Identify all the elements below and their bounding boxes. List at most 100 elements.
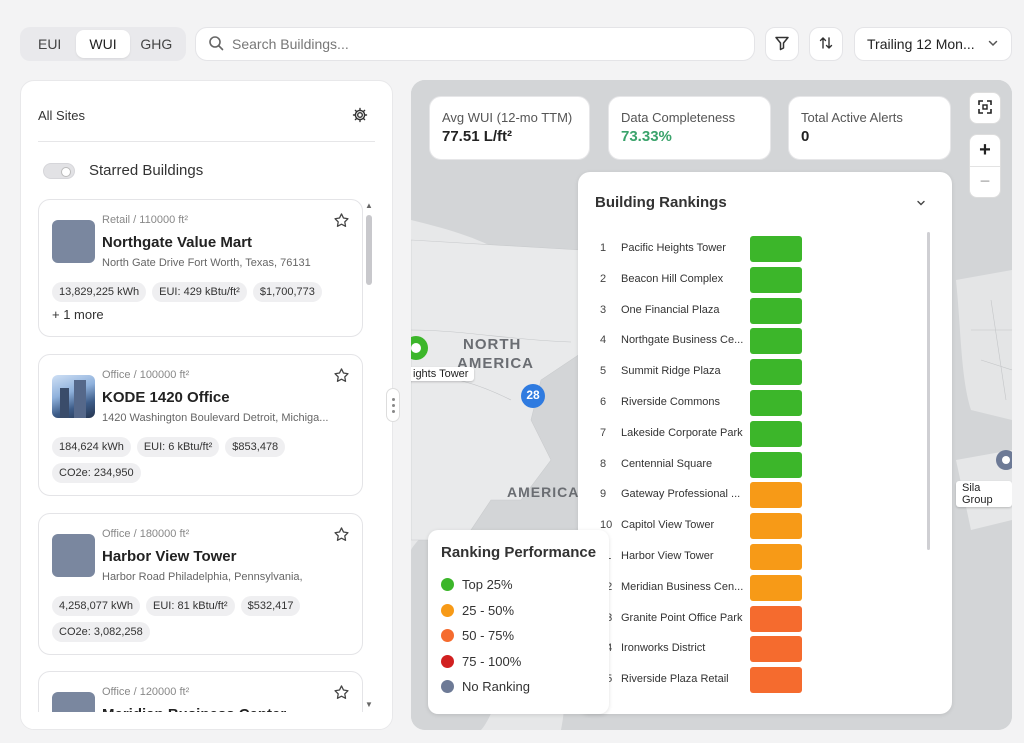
ranking-building-name: Northgate Business Ce... (621, 334, 744, 347)
building-card[interactable]: Retail / 110000 ft² Northgate Value Mart… (38, 199, 363, 337)
ranking-row[interactable]: 14Ironworks District (578, 635, 928, 663)
pin-label: ights Tower (411, 367, 475, 381)
map-label-north: NORTH (463, 336, 522, 353)
ranking-building-name: Capitol View Tower (621, 519, 715, 532)
starred-label: Starred Buildings (89, 162, 204, 179)
divider (38, 141, 375, 142)
ranking-number: 6 (600, 396, 607, 408)
ranking-building-name: Meridian Business Cen... (621, 580, 744, 593)
period-select[interactable]: Trailing 12 Mon... (854, 27, 1012, 61)
legend-item: 25 - 50% (441, 603, 514, 618)
building-card[interactable]: Office / 180000 ft² Harbor View Tower Ha… (38, 513, 363, 655)
building-type: Retail / 110000 ft² (102, 214, 189, 226)
tab-ghg[interactable]: GHG (130, 30, 183, 58)
star-icon[interactable] (333, 367, 350, 387)
ranking-bar (750, 390, 802, 416)
legend-swatch (441, 629, 454, 642)
fullscreen-button[interactable] (969, 92, 1001, 124)
ranking-row[interactable]: 11Harbor View Tower (578, 543, 928, 571)
cost-chip: $853,478 (225, 437, 286, 457)
gear-icon[interactable] (352, 107, 368, 126)
search-icon (208, 35, 224, 54)
building-rankings-panel: Building Rankings 1 Pacific Heights Tower… (578, 172, 952, 714)
kpi-value: 73.33% (621, 128, 672, 145)
co2e-chip: CO2e: 234,950 (52, 463, 141, 483)
filter-button[interactable] (765, 27, 799, 61)
building-address: North Gate Drive Fort Worth, Texas, 7613… (102, 257, 311, 269)
legend-label: 25 - 50% (462, 602, 515, 618)
co2e-chip: CO2e: 3,082,258 (52, 622, 150, 642)
energy-chip: 4,258,077 kWh (52, 596, 140, 616)
building-name: Northgate Value Mart (102, 234, 253, 251)
ranking-row[interactable]: 7 Lakeside Corporate Park (578, 420, 928, 448)
star-icon[interactable] (333, 212, 350, 232)
star-icon[interactable] (333, 684, 350, 704)
ranking-number: 9 (600, 488, 607, 501)
metric-segmented-control: EUI WUI GHG (20, 27, 186, 61)
zoom-controls: + − (969, 134, 1001, 198)
ranking-row[interactable]: 6 Riverside Commons (578, 389, 928, 417)
ranking-bar (750, 266, 802, 293)
zoom-out-button[interactable]: − (970, 165, 1000, 197)
ranking-number: 10 (600, 519, 613, 532)
legend-item: 75 - 100% (441, 654, 521, 669)
search-placeholder: Search Buildings... (232, 36, 349, 52)
ranking-bar (750, 544, 802, 570)
ranking-row[interactable]: 8 Centennial Square (578, 451, 928, 479)
panel-footer-mask (21, 712, 392, 729)
scroll-up-arrow[interactable]: ▲ (365, 201, 373, 210)
map-view[interactable]: NORTH AMERICA AMERICA 28 ights Tower Sil… (411, 80, 1012, 730)
ranking-bar (750, 328, 802, 355)
ranking-bar (750, 359, 802, 386)
building-thumbnail (52, 534, 95, 577)
sort-button[interactable] (809, 27, 843, 61)
metric-chips: 184,624 kWh EUI: 6 kBtu/ft² $853,478 CO2… (52, 437, 352, 483)
energy-chip: 184,624 kWh (52, 437, 131, 457)
ranking-row[interactable]: 3 One Financial Plaza (578, 297, 928, 325)
ranking-row[interactable]: 13Granite Point Office Park (578, 605, 928, 633)
building-card[interactable]: Office / 100000 ft² KODE 1420 Office 142… (38, 354, 363, 496)
ranking-number: 7 (600, 426, 607, 439)
cluster-count[interactable]: 28 (524, 388, 542, 402)
legend-swatch (441, 654, 454, 668)
ranking-row[interactable]: 12Meridian Business Cen... (578, 574, 928, 602)
legend-swatch (441, 680, 454, 693)
ranking-row[interactable]: 10 Capitol View Tower (578, 512, 928, 540)
scrollbar[interactable] (366, 215, 372, 285)
chevron-down-icon[interactable] (916, 196, 926, 211)
ranking-row[interactable]: 9 Gateway Professional ... (578, 481, 928, 509)
building-address: 1420 Washington Boulevard Detroit, Michi… (102, 412, 329, 424)
kpi-value: 77.51 L/ft² (442, 128, 513, 145)
star-icon[interactable] (333, 526, 350, 546)
ranking-building-name: Summit Ridge Plaza (621, 365, 721, 378)
building-name: Harbor View Tower (102, 548, 237, 565)
search-input[interactable]: Search Buildings... (195, 27, 755, 61)
eui-chip: EUI: 429 kBtu/ft² (152, 282, 247, 302)
building-thumbnail (52, 220, 95, 263)
zoom-in-button[interactable]: + (979, 135, 991, 166)
sort-icon (818, 35, 834, 54)
ranking-row[interactable]: 4 Northgate Business Ce... (578, 327, 928, 355)
filter-icon (774, 35, 790, 54)
ranking-row[interactable]: 1 Pacific Heights Tower (578, 235, 928, 263)
ranking-row[interactable]: 5 Summit Ridge Plaza (578, 358, 928, 386)
kpi-card-data-completeness: Data Completeness 73.33% (608, 96, 771, 160)
ranking-number: 3 (600, 303, 607, 316)
tab-wui[interactable]: WUI (76, 30, 130, 58)
ranking-building-name: Beacon Hill Complex (621, 272, 724, 285)
ranking-building-name: Lakeside Corporate Park (621, 426, 743, 439)
cost-chip: $532,417 (240, 596, 301, 616)
starred-toggle[interactable] (43, 162, 75, 179)
starred-toggle-row: Starred Buildings (43, 162, 203, 179)
ranking-row[interactable]: 2 Beacon Hill Complex (578, 266, 928, 294)
tab-eui[interactable]: EUI (23, 30, 76, 58)
legend-label: 75 - 100% (462, 653, 522, 669)
legend-item: No Ranking (441, 679, 530, 694)
ranking-bar (750, 297, 802, 324)
more-link[interactable]: + 1 more (52, 307, 104, 322)
scroll-down-arrow[interactable]: ▼ (365, 700, 373, 709)
ranking-row[interactable]: 15Riverside Plaza Retail (578, 666, 928, 694)
panel-resize-handle[interactable] (386, 388, 400, 422)
period-select-value: Trailing 12 Mon... (867, 36, 975, 52)
building-photo (52, 375, 95, 418)
